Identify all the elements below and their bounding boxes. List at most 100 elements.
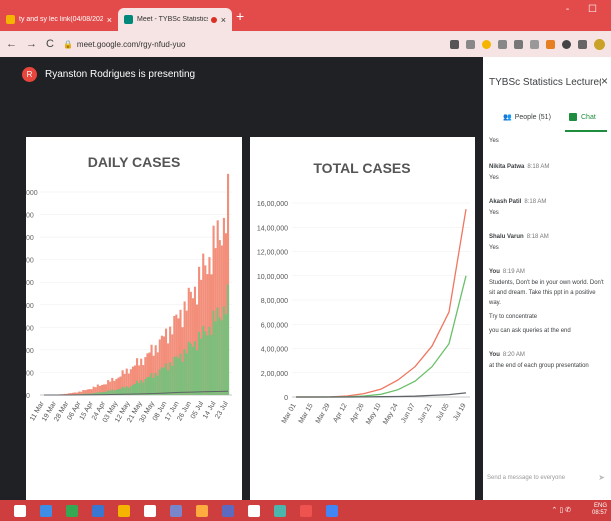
chat-message-text: Students, Don't be in your own world. Do…: [489, 280, 604, 306]
app-icon[interactable]: [274, 504, 286, 517]
profile-avatar[interactable]: [594, 38, 605, 50]
extension-icon[interactable]: [498, 39, 507, 49]
chat-input[interactable]: Send a message to everyone: [487, 475, 565, 481]
chat-sender: Shalu Varun: [489, 234, 524, 240]
extension-icon[interactable]: [482, 39, 491, 49]
app-icon[interactable]: [248, 504, 260, 517]
recovered-bar: [191, 346, 194, 395]
recovered-bar: [142, 382, 145, 395]
y-tick-label: 0: [284, 395, 288, 402]
recovered-bar: [160, 367, 163, 395]
y-tick-label: 00: [26, 235, 34, 242]
skype-icon[interactable]: [300, 504, 312, 517]
chat-timestamp: 8:20 AM: [502, 352, 525, 358]
recovered-bar: [181, 361, 184, 395]
star-icon[interactable]: [466, 39, 475, 49]
tab-close-icon[interactable]: ×: [107, 15, 112, 25]
close-panel-button[interactable]: ×: [601, 74, 608, 88]
x-tick-label: Mar 29: [315, 402, 332, 424]
meeting-title: TYBSc Statistics Lecture(202...: [489, 77, 601, 88]
edge-icon[interactable]: [40, 504, 52, 517]
app-icon[interactable]: [170, 504, 182, 517]
daily-cases-svg: DAILY CASES0000000000000000000011 Mar19 …: [26, 154, 232, 511]
store-icon[interactable]: [66, 504, 78, 517]
recovered-bar: [185, 353, 188, 395]
app-icon[interactable]: [222, 504, 234, 517]
browser-tab-lecture-link[interactable]: ty and sy lec link(04/08/2020) - ×: [0, 8, 118, 31]
recovered-bar: [148, 376, 151, 395]
extension-icon[interactable]: [514, 39, 523, 49]
recovered-bar: [179, 353, 182, 395]
recovered-bar: [224, 314, 228, 395]
x-tick-label: Jul 19: [452, 402, 467, 422]
recovered-bar: [164, 363, 168, 395]
y-tick-label: 00: [26, 258, 34, 265]
chat-message: You 8:20 AM at the end of each group prese…: [489, 350, 607, 371]
total-cases-chart: TOTAL CASES 0 2,00,000 4,00,000 6,00,000 8,00…: [250, 137, 475, 517]
windows-logo-icon[interactable]: [14, 504, 26, 517]
language-indicator[interactable]: ENG: [592, 503, 607, 510]
presenter-banner: R Ryanston Rodrigues is presenting: [22, 67, 195, 82]
clock[interactable]: 08:57: [592, 510, 607, 517]
lock-icon: 🔒: [62, 39, 73, 49]
extension-icon[interactable]: [546, 39, 555, 49]
chat-timestamp: 8:18 AM: [524, 199, 547, 205]
x-tick-label: 23 Jul: [214, 400, 230, 420]
new-tab-button[interactable]: +: [236, 9, 244, 23]
tab-close-icon[interactable]: ×: [221, 15, 226, 25]
chrome-icon[interactable]: [118, 504, 130, 517]
url-bar[interactable]: meet.google.com/rgy-nfud-yuo: [77, 40, 450, 49]
y-tick-label: 00: [26, 280, 34, 287]
browser-tab-meet[interactable]: Meet - TYBSc Statistics Lecture ×: [118, 8, 232, 31]
recovered-bar: [121, 386, 124, 395]
recovered-bar: [187, 341, 190, 395]
chat-sender: You: [489, 352, 500, 358]
recovered-bar: [193, 341, 197, 395]
extensions-area: [450, 38, 605, 50]
mail-icon[interactable]: [92, 504, 104, 517]
y-tick-label: 00: [26, 303, 34, 310]
x-tick-label: Jul 05: [435, 402, 450, 422]
tray-icons[interactable]: ⌃ ▯ ✆: [552, 506, 571, 514]
chat-tab-label: Chat: [581, 113, 596, 121]
camera-icon[interactable]: [450, 39, 459, 49]
recovered-bar: [125, 386, 128, 395]
x-tick-label: Jun 07: [400, 402, 417, 424]
extension-icon[interactable]: [530, 39, 539, 49]
recovered-bar: [175, 356, 178, 395]
app-icon[interactable]: [144, 504, 156, 517]
recovered-bar: [218, 317, 221, 395]
forward-button[interactable]: →: [26, 38, 37, 50]
recovered-bar: [150, 373, 153, 395]
recovered-bar: [220, 320, 223, 395]
y-tick-label: 14,00,000: [257, 225, 288, 232]
chat-message-text: Yes: [489, 210, 499, 216]
y-tick-label: 12,00,000: [257, 250, 288, 257]
extension-icon[interactable]: [562, 39, 571, 49]
send-icon[interactable]: ➤: [598, 473, 605, 482]
series-line: [296, 208, 467, 398]
reload-button[interactable]: C: [46, 38, 54, 50]
puzzle-icon[interactable]: [578, 39, 587, 49]
tab-chat[interactable]: Chat: [569, 113, 596, 121]
window-controls[interactable]: - ☐: [566, 4, 605, 15]
y-tick-label: 16,00,000: [257, 201, 288, 208]
back-button[interactable]: ←: [6, 38, 17, 50]
recovered-bar: [169, 362, 172, 395]
y-tick-label: 00: [26, 213, 34, 220]
recording-dot-icon: [210, 16, 217, 23]
system-tray[interactable]: ENG 08:57: [592, 503, 607, 517]
presenter-avatar: R: [22, 67, 37, 82]
chat-tab-indicator: [565, 130, 607, 132]
recovered-bar: [204, 331, 207, 395]
chat-sender: You: [489, 269, 500, 275]
recovered-bar: [131, 384, 134, 395]
series-line: [296, 275, 467, 398]
word-icon[interactable]: [326, 504, 338, 517]
tab-people[interactable]: 👥 People (51): [503, 113, 551, 122]
recovered-bar: [222, 306, 225, 395]
docs-favicon-icon: [6, 15, 15, 24]
app-icon[interactable]: [196, 504, 208, 517]
daily-cases-chart: DAILY CASES 000 00 00 00 00 00 00 00 00 0 11 Mar 19 …: [26, 137, 242, 517]
y-tick-label: 2,00,000: [261, 371, 288, 378]
